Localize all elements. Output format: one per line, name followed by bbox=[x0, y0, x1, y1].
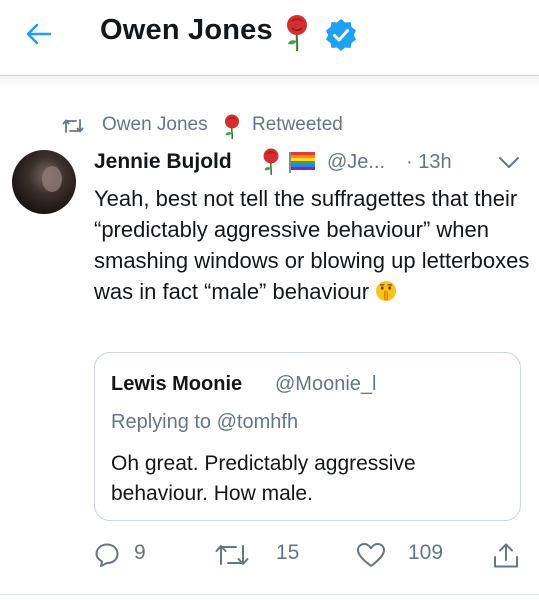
tweet-text: Yeah, best not tell the suffragettes tha… bbox=[94, 183, 534, 307]
rose-icon bbox=[263, 148, 279, 176]
reply-count: 9 bbox=[134, 541, 146, 564]
shushing-face-emoji-icon bbox=[376, 281, 397, 301]
tweet-body: Yeah, best not tell the suffragettes tha… bbox=[94, 186, 530, 304]
retweet-icon bbox=[62, 119, 84, 133]
heart-icon bbox=[357, 543, 385, 567]
replying-to[interactable]: Replying to @tomhfh bbox=[111, 411, 298, 434]
rose-icon bbox=[287, 15, 307, 52]
divider bbox=[0, 594, 539, 595]
author-name[interactable]: Jennie Bujold bbox=[94, 150, 232, 174]
page-title: Owen Jones bbox=[100, 14, 273, 46]
retweet-icon bbox=[215, 545, 249, 565]
share-button[interactable] bbox=[492, 538, 522, 572]
reply-button[interactable]: 9 bbox=[94, 538, 164, 572]
quoted-tweet-card[interactable]: Lewis Moonie @Moonie_l Replying to @tomh… bbox=[94, 352, 521, 521]
like-button[interactable]: 109 bbox=[356, 538, 456, 572]
retweeter-name[interactable]: Owen Jones bbox=[102, 114, 208, 136]
tweet-timestamp[interactable]: · 13h bbox=[406, 151, 452, 174]
quoted-tweet-text: Oh great. Predictably aggressive behavio… bbox=[111, 452, 416, 505]
share-icon bbox=[494, 543, 518, 568]
reply-icon bbox=[95, 543, 119, 567]
quoted-author-name: Lewis Moonie bbox=[111, 373, 243, 395]
header-divider bbox=[0, 76, 539, 88]
author-handle[interactable]: @Je... bbox=[327, 151, 385, 174]
like-count: 109 bbox=[408, 541, 444, 564]
verified-badge-icon bbox=[326, 19, 356, 51]
retweet-count: 15 bbox=[276, 541, 300, 564]
retweet-button[interactable]: 15 bbox=[214, 538, 304, 572]
avatar[interactable] bbox=[12, 150, 76, 214]
retweeted-label: Retweeted bbox=[252, 114, 343, 135]
avatar-face bbox=[42, 166, 62, 192]
rainbow-flag-icon bbox=[289, 152, 315, 173]
tweet-actions: 9 15 109 bbox=[94, 538, 534, 572]
chevron-down-icon[interactable] bbox=[498, 156, 520, 170]
top-bar: Owen Jones bbox=[0, 0, 539, 76]
back-arrow-icon[interactable] bbox=[24, 19, 54, 49]
quoted-author-handle: @Moonie_l bbox=[275, 373, 377, 395]
rose-icon bbox=[225, 114, 239, 140]
